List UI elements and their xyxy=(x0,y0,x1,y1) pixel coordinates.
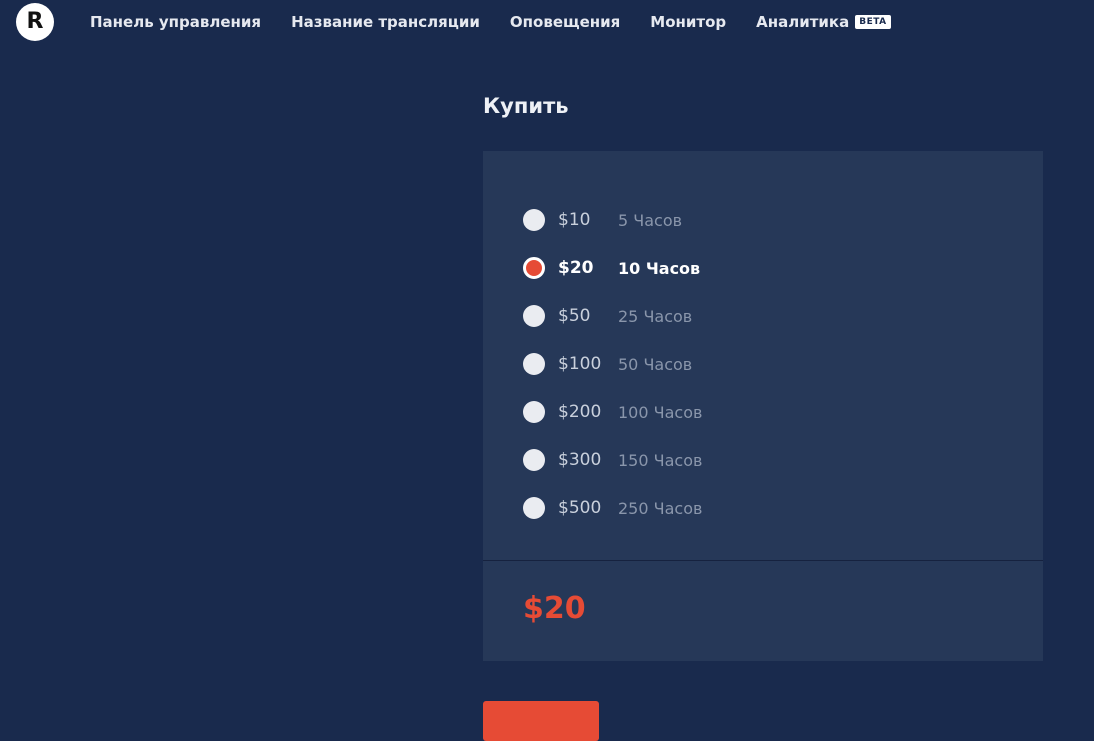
nav-item-label: Панель управления xyxy=(90,13,262,31)
radio-button-checked[interactable] xyxy=(523,257,545,279)
total-price: $20 xyxy=(523,591,586,626)
price-option[interactable]: $200 100 Часов xyxy=(523,388,702,436)
page-title: Купить xyxy=(483,94,569,118)
option-price: $300 xyxy=(558,450,602,470)
price-option[interactable]: $100 50 Часов xyxy=(523,340,702,388)
radio-button[interactable] xyxy=(523,449,545,471)
nav-item-analytics[interactable]: Аналитика BETA xyxy=(756,13,891,31)
option-price: $200 xyxy=(558,402,602,422)
option-price: $500 xyxy=(558,498,602,518)
buy-button[interactable] xyxy=(483,701,599,741)
price-option[interactable]: $50 25 Часов xyxy=(523,292,702,340)
nav-item-label: Аналитика xyxy=(756,13,850,31)
price-option[interactable]: $300 150 Часов xyxy=(523,436,702,484)
radio-button[interactable] xyxy=(523,497,545,519)
radio-button[interactable] xyxy=(523,401,545,423)
nav-item-label: Оповещения xyxy=(509,13,621,31)
price-option-selected[interactable]: $20 10 Часов xyxy=(523,244,702,292)
nav-item-alerts[interactable]: Оповещения xyxy=(510,13,620,31)
option-hours: 50 Часов xyxy=(618,354,693,374)
price-option[interactable]: $500 250 Часов xyxy=(523,484,702,532)
option-hours: 25 Часов xyxy=(618,306,693,326)
purchase-panel: $10 5 Часов $20 10 Часов $50 25 Часов $1… xyxy=(483,151,1043,661)
option-price: $100 xyxy=(558,354,602,374)
option-price: $10 xyxy=(558,210,591,230)
radio-button[interactable] xyxy=(523,305,545,327)
nav-item-stream-title[interactable]: Название трансляции xyxy=(291,13,480,31)
main-nav: Панель управления Название трансляции Оп… xyxy=(90,12,921,32)
option-hours: 150 Часов xyxy=(618,450,703,470)
option-hours: 5 Часов xyxy=(618,210,683,230)
nav-item-label: Монитор xyxy=(650,13,727,31)
radio-button[interactable] xyxy=(523,209,545,231)
nav-item-label: Название трансляции xyxy=(291,13,480,31)
divider xyxy=(483,560,1043,561)
logo-letter: R xyxy=(26,9,44,34)
top-navigation-bar: R Панель управления Название трансляции … xyxy=(0,0,1094,44)
option-hours: 10 Часов xyxy=(618,258,701,278)
nav-item-dashboard[interactable]: Панель управления xyxy=(90,13,261,31)
logo[interactable]: R xyxy=(16,3,54,41)
price-options: $10 5 Часов $20 10 Часов $50 25 Часов $1… xyxy=(523,196,702,532)
radio-button[interactable] xyxy=(523,353,545,375)
option-price: $20 xyxy=(558,258,594,278)
nav-item-monitor[interactable]: Монитор xyxy=(650,13,726,31)
price-option[interactable]: $10 5 Часов xyxy=(523,196,702,244)
option-price: $50 xyxy=(558,306,591,326)
option-hours: 250 Часов xyxy=(618,498,703,518)
option-hours: 100 Часов xyxy=(618,402,703,422)
beta-badge: BETA xyxy=(855,15,891,29)
